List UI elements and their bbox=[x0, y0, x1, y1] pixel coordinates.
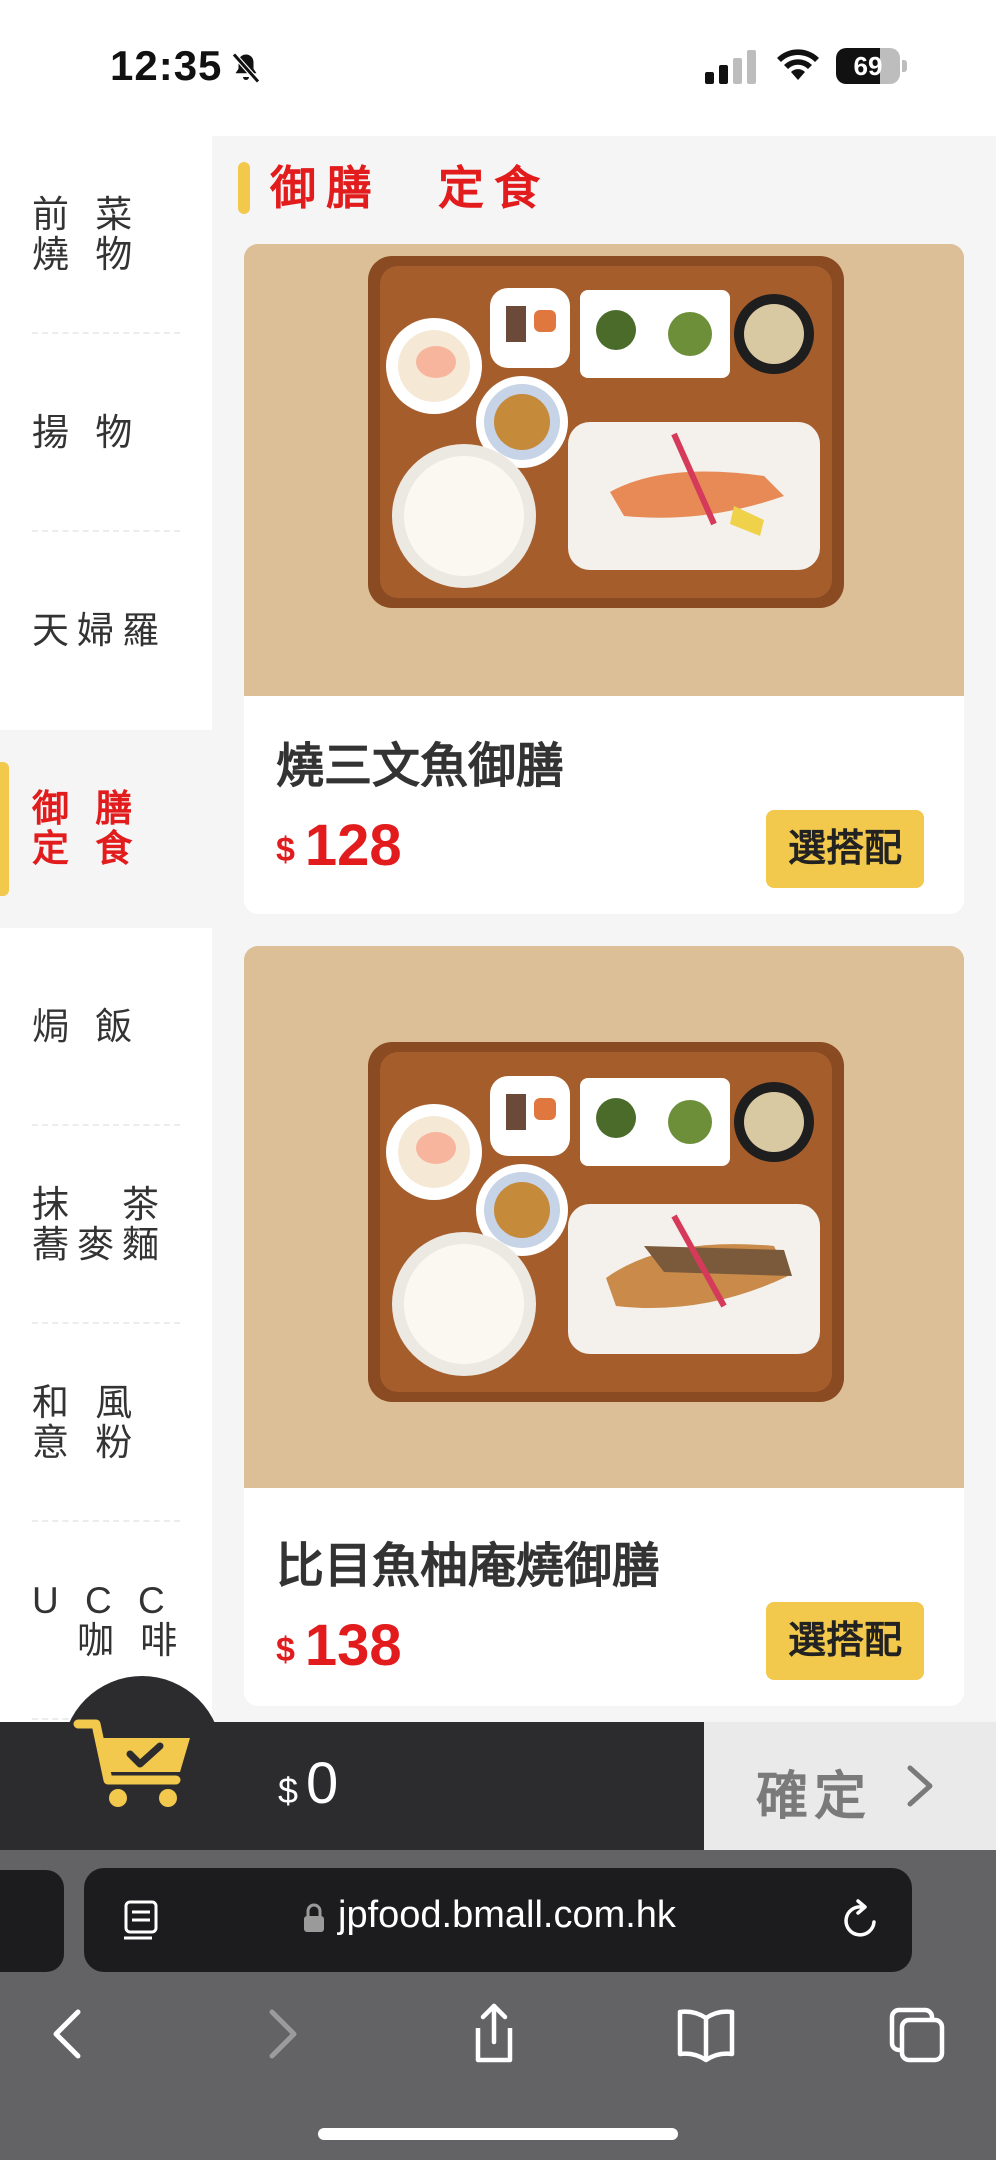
cellular-signal-icon bbox=[705, 50, 756, 84]
product-card[interactable]: 燒三文魚御膳 $128 選搭配 bbox=[244, 244, 964, 914]
sidebar-item-wafu-pasta[interactable]: 和 風 意 粉 bbox=[0, 1324, 212, 1522]
address-bar[interactable]: jpfood.bmall.com.hk bbox=[84, 1868, 912, 1972]
cart-button[interactable] bbox=[62, 1676, 222, 1836]
price-value: 138 bbox=[304, 1613, 402, 1678]
product-price: $138 bbox=[276, 1612, 402, 1679]
back-icon[interactable] bbox=[38, 2002, 98, 2066]
sidebar-item-label: U C C 咖 啡 bbox=[32, 1580, 186, 1661]
sidebar-item-matcha-soba[interactable]: 抹 茶 蕎麥麵 bbox=[0, 1126, 212, 1324]
select-options-button[interactable]: 選搭配 bbox=[766, 810, 924, 888]
category-sidebar: 前 菜 燒 物 揚 物 天婦羅 御 膳 定 食 焗 飯 抹 茶 蕎麥麵 和 風 … bbox=[0, 136, 212, 1722]
sidebar-item-label: 天婦羅 bbox=[32, 610, 167, 651]
product-price: $128 bbox=[276, 812, 402, 879]
halibut-set-meal-photo bbox=[244, 946, 964, 1488]
bell-muted-icon bbox=[232, 52, 260, 84]
cart-total-value: 0 bbox=[306, 1751, 339, 1816]
reload-icon[interactable] bbox=[840, 1898, 882, 1942]
cart-total: $0 bbox=[278, 1750, 338, 1817]
section-marker bbox=[238, 162, 250, 214]
battery-icon: 69 bbox=[836, 48, 908, 84]
sidebar-item-label: 焗 飯 bbox=[32, 1006, 141, 1047]
price-currency: $ bbox=[276, 1631, 295, 1669]
cart-total-currency: $ bbox=[278, 1770, 299, 1811]
status-bar: 12:35 69 bbox=[0, 0, 996, 136]
browser-toolbar: jpfood.bmall.com.hk bbox=[0, 1850, 996, 2160]
sidebar-item-label: 前 菜 燒 物 bbox=[32, 194, 141, 275]
previous-tab[interactable] bbox=[0, 1870, 64, 1972]
url-text: jpfood.bmall.com.hk bbox=[338, 1894, 676, 1936]
section-title: 御膳 定食 bbox=[270, 162, 550, 214]
battery-percent: 69 bbox=[853, 51, 883, 81]
sidebar-item-label: 和 風 意 粉 bbox=[32, 1382, 141, 1463]
price-currency: $ bbox=[276, 831, 295, 869]
sidebar-item-set-meals[interactable]: 御 膳 定 食 bbox=[0, 730, 212, 928]
chevron-right-icon bbox=[907, 1765, 933, 1807]
product-name: 燒三文魚御膳 bbox=[276, 740, 565, 793]
share-icon[interactable] bbox=[464, 2002, 524, 2066]
confirm-button[interactable]: 確定 bbox=[704, 1722, 996, 1850]
sidebar-item-baked-rice[interactable]: 焗 飯 bbox=[0, 928, 212, 1126]
bookmarks-icon[interactable] bbox=[676, 2002, 736, 2066]
sidebar-item-label: 揚 物 bbox=[32, 412, 141, 453]
shopping-cart-check-icon bbox=[73, 1719, 190, 1807]
sidebar-item-fried[interactable]: 揚 物 bbox=[0, 334, 212, 532]
status-time: 12:35 bbox=[110, 42, 223, 89]
confirm-label: 確定 bbox=[756, 1768, 873, 1826]
wifi-icon bbox=[777, 49, 819, 80]
sidebar-item-label: 御 膳 定 食 bbox=[32, 788, 141, 869]
active-indicator bbox=[0, 762, 9, 896]
price-value: 128 bbox=[304, 813, 402, 878]
lock-icon bbox=[304, 1903, 324, 1932]
home-indicator bbox=[318, 2128, 678, 2140]
product-name: 比目魚柚庵燒御膳 bbox=[276, 1540, 661, 1593]
sidebar-item-starters[interactable]: 前 菜 燒 物 bbox=[0, 136, 212, 334]
tabs-icon[interactable] bbox=[888, 2002, 948, 2066]
reader-mode-icon[interactable] bbox=[122, 1898, 162, 1942]
section-header: 御膳 定食 bbox=[212, 136, 996, 244]
forward-icon[interactable] bbox=[252, 2002, 312, 2066]
product-card[interactable]: 比目魚柚庵燒御膳 $138 選搭配 bbox=[244, 946, 964, 1706]
sidebar-item-tempura[interactable]: 天婦羅 bbox=[0, 532, 212, 730]
select-options-button[interactable]: 選搭配 bbox=[766, 1602, 924, 1680]
salmon-set-meal-photo bbox=[244, 244, 964, 696]
sidebar-item-label: 抹 茶 蕎麥麵 bbox=[32, 1184, 167, 1265]
